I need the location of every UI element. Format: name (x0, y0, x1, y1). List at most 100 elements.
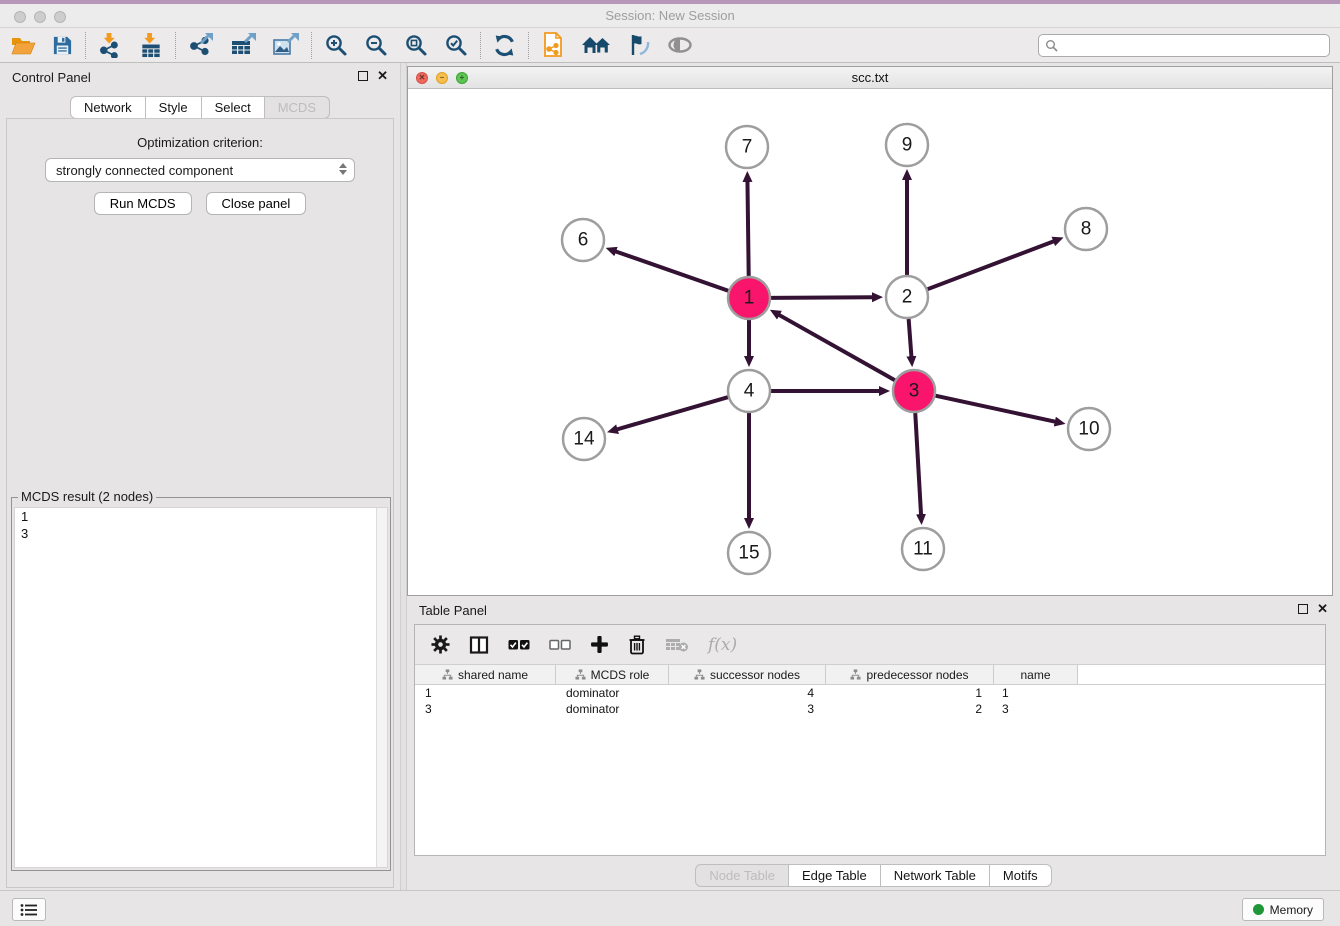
export-table-icon[interactable] (230, 32, 256, 58)
toolbar-separator (480, 32, 481, 59)
deselect-all-rows-icon[interactable] (549, 636, 571, 654)
column-header-label: name (1020, 668, 1050, 682)
graph-edge-1-2[interactable] (771, 297, 873, 298)
memory-button[interactable]: Memory (1242, 898, 1324, 921)
graph-edge-1-6[interactable] (615, 251, 728, 291)
node-table-container: f(x) shared nameMCDS rolesuccessor nodes… (414, 624, 1326, 856)
memory-status-dot-icon (1253, 904, 1264, 915)
zoom-out-icon[interactable] (364, 33, 388, 57)
table-cell[interactable]: dominator (556, 685, 669, 701)
column-header-name[interactable]: name (994, 665, 1078, 684)
hide-panel-eye-icon[interactable] (667, 36, 693, 54)
task-history-button[interactable] (12, 898, 46, 921)
graph-edge-3-11[interactable] (915, 413, 921, 515)
save-session-icon[interactable] (52, 35, 73, 56)
table-cell[interactable]: 3 (415, 701, 556, 717)
control-panel-float-icon[interactable] (358, 71, 368, 81)
zoom-in-icon[interactable] (324, 33, 348, 57)
search-box (1038, 34, 1330, 57)
toggle-columns-icon[interactable] (469, 635, 489, 655)
network-graph[interactable]: 1 2 3 4 6 7 8 9 10 11 14 15 (408, 89, 1332, 595)
zoom-selected-icon[interactable] (444, 33, 468, 57)
sort-tree-icon (850, 669, 861, 680)
graph-node-1[interactable]: 1 (728, 277, 770, 319)
graph-node-label: 3 (909, 381, 920, 402)
new-network-icon[interactable] (541, 31, 565, 59)
optimization-criterion-select[interactable]: strongly connected component (45, 158, 355, 182)
table-cell[interactable]: 1 (415, 685, 556, 701)
column-header-shared-name[interactable]: shared name (415, 665, 556, 684)
table-cell[interactable]: 3 (669, 701, 826, 717)
graph-node-9[interactable]: 9 (886, 124, 928, 166)
optimization-criterion-label: Optimization criterion: (7, 135, 393, 150)
table-cell[interactable]: dominator (556, 701, 669, 717)
mcds-result-line: 1 (15, 508, 387, 525)
tab-select[interactable]: Select (202, 96, 265, 119)
table-settings-gear-icon[interactable] (431, 635, 450, 654)
graph-node-2[interactable]: 2 (886, 276, 928, 318)
network-window-titlebar[interactable]: ✕ − + scc.txt (408, 67, 1332, 89)
delete-row-trash-icon[interactable] (628, 635, 646, 655)
mcds-panel: Optimization criterion: strongly connect… (6, 118, 394, 888)
import-network-icon[interactable] (98, 32, 123, 58)
export-network-icon[interactable] (188, 32, 214, 58)
column-header-label: predecessor nodes (866, 668, 968, 682)
graph-edge-2-3[interactable] (909, 319, 912, 357)
export-image-icon[interactable] (272, 32, 299, 58)
column-header-predecessor-nodes[interactable]: predecessor nodes (826, 665, 994, 684)
import-table-icon[interactable] (139, 32, 163, 58)
zoom-fit-icon[interactable] (404, 33, 428, 57)
table-panel-title: Table Panel (419, 603, 487, 618)
table-row[interactable]: 1dominator411 (415, 685, 1325, 701)
graph-edge-1-7[interactable] (747, 181, 748, 276)
control-panel-close-icon[interactable]: ✕ (377, 71, 388, 81)
graph-node-10[interactable]: 10 (1068, 408, 1110, 450)
column-header-successor-nodes[interactable]: successor nodes (669, 665, 826, 684)
graph-node-6[interactable]: 6 (562, 219, 604, 261)
graph-node-3[interactable]: 3 (893, 370, 935, 412)
table-panel-close-icon[interactable]: ✕ (1317, 604, 1328, 614)
table-cell[interactable]: 2 (826, 701, 994, 717)
graph-edge-3-10[interactable] (935, 396, 1055, 422)
table-cell[interactable]: 1 (994, 685, 1078, 701)
select-all-rows-icon[interactable] (508, 636, 530, 654)
panel-splitter[interactable] (400, 63, 407, 890)
graph-node-8[interactable]: 8 (1065, 208, 1107, 250)
graph-node-14[interactable]: 14 (563, 418, 605, 460)
table-cell[interactable]: 4 (669, 685, 826, 701)
graph-node-7[interactable]: 7 (726, 126, 768, 168)
tab-style[interactable]: Style (146, 96, 202, 119)
run-mcds-button[interactable]: Run MCDS (94, 192, 192, 215)
tab-motifs[interactable]: Motifs (990, 864, 1052, 887)
graph-node-11[interactable]: 11 (902, 528, 944, 570)
list-icon (20, 903, 38, 917)
tab-mcds[interactable]: MCDS (265, 96, 330, 119)
home-icon[interactable] (581, 34, 611, 56)
table-row[interactable]: 3dominator323 (415, 701, 1325, 717)
sort-tree-icon (442, 669, 453, 680)
tab-node-table[interactable]: Node Table (695, 864, 789, 887)
graph-edge-3-1[interactable] (779, 315, 895, 381)
column-header-MCDS-role[interactable]: MCDS role (556, 665, 669, 684)
close-panel-button[interactable]: Close panel (206, 192, 307, 215)
result-scrollbar[interactable] (376, 508, 387, 867)
table-cell[interactable]: 3 (994, 701, 1078, 717)
open-session-icon[interactable] (10, 35, 36, 56)
mark-flag-icon[interactable] (627, 33, 651, 57)
table-panel-float-icon[interactable] (1298, 604, 1308, 614)
network-canvas[interactable]: 1 2 3 4 6 7 8 9 10 11 14 15 (408, 89, 1332, 595)
graph-node-15[interactable]: 15 (728, 532, 770, 574)
graph-node-label: 2 (902, 287, 913, 308)
graph-edge-2-8[interactable] (928, 241, 1055, 289)
search-input[interactable] (1062, 37, 1323, 53)
apply-layout-icon[interactable] (493, 34, 516, 57)
tab-edge-table[interactable]: Edge Table (789, 864, 881, 887)
graph-node-label: 14 (573, 429, 595, 450)
add-row-plus-icon[interactable] (590, 635, 609, 654)
graph-node-4[interactable]: 4 (728, 370, 770, 412)
table-cell[interactable]: 1 (826, 685, 994, 701)
tab-network[interactable]: Network (70, 96, 146, 119)
mcds-result-textarea[interactable]: 13 (14, 507, 388, 868)
graph-edge-4-14[interactable] (617, 397, 728, 429)
tab-network-table[interactable]: Network Table (881, 864, 990, 887)
